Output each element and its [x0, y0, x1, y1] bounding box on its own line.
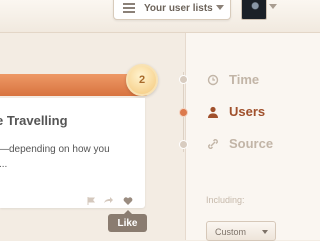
including-filter-select[interactable]: Custom	[206, 221, 276, 241]
list-icon	[123, 3, 135, 13]
count-badge: 2	[126, 64, 158, 96]
timeline-dot-source	[179, 140, 188, 149]
link-icon	[208, 138, 218, 149]
timeline-dot-time	[179, 75, 188, 84]
sidebar-item-users[interactable]: Users	[207, 104, 265, 119]
card-title: e Travelling	[0, 113, 68, 128]
user-lists-label: Your user lists	[144, 2, 213, 14]
sidebar-item-label: Time	[229, 72, 260, 87]
flag-icon[interactable]	[86, 197, 96, 205]
avatar[interactable]	[241, 0, 267, 20]
like-tooltip: Like	[108, 210, 147, 232]
card-text: —depending on how you ...	[0, 144, 110, 170]
avatar-menu-chevron-icon[interactable]	[269, 4, 277, 9]
clock-icon	[207, 74, 219, 85]
share-icon[interactable]	[103, 197, 113, 205]
chevron-down-icon	[262, 230, 268, 234]
chevron-down-icon	[216, 5, 224, 10]
heart-icon[interactable]	[123, 197, 133, 205]
timeline-dot-users	[179, 108, 188, 117]
sidebar-item-time[interactable]: Time	[207, 72, 259, 87]
content-card: e Travelling —depending on how you ...	[0, 98, 145, 208]
sidebar-item-label: Source	[229, 136, 274, 151]
user-icon	[208, 106, 218, 118]
user-lists-button[interactable]: Your user lists	[113, 0, 231, 20]
including-filter-value: Custom	[215, 227, 247, 237]
sidebar-item-label: Users	[229, 104, 266, 119]
sidebar-item-source[interactable]: Source	[207, 136, 273, 151]
including-label: Including:	[206, 195, 245, 205]
